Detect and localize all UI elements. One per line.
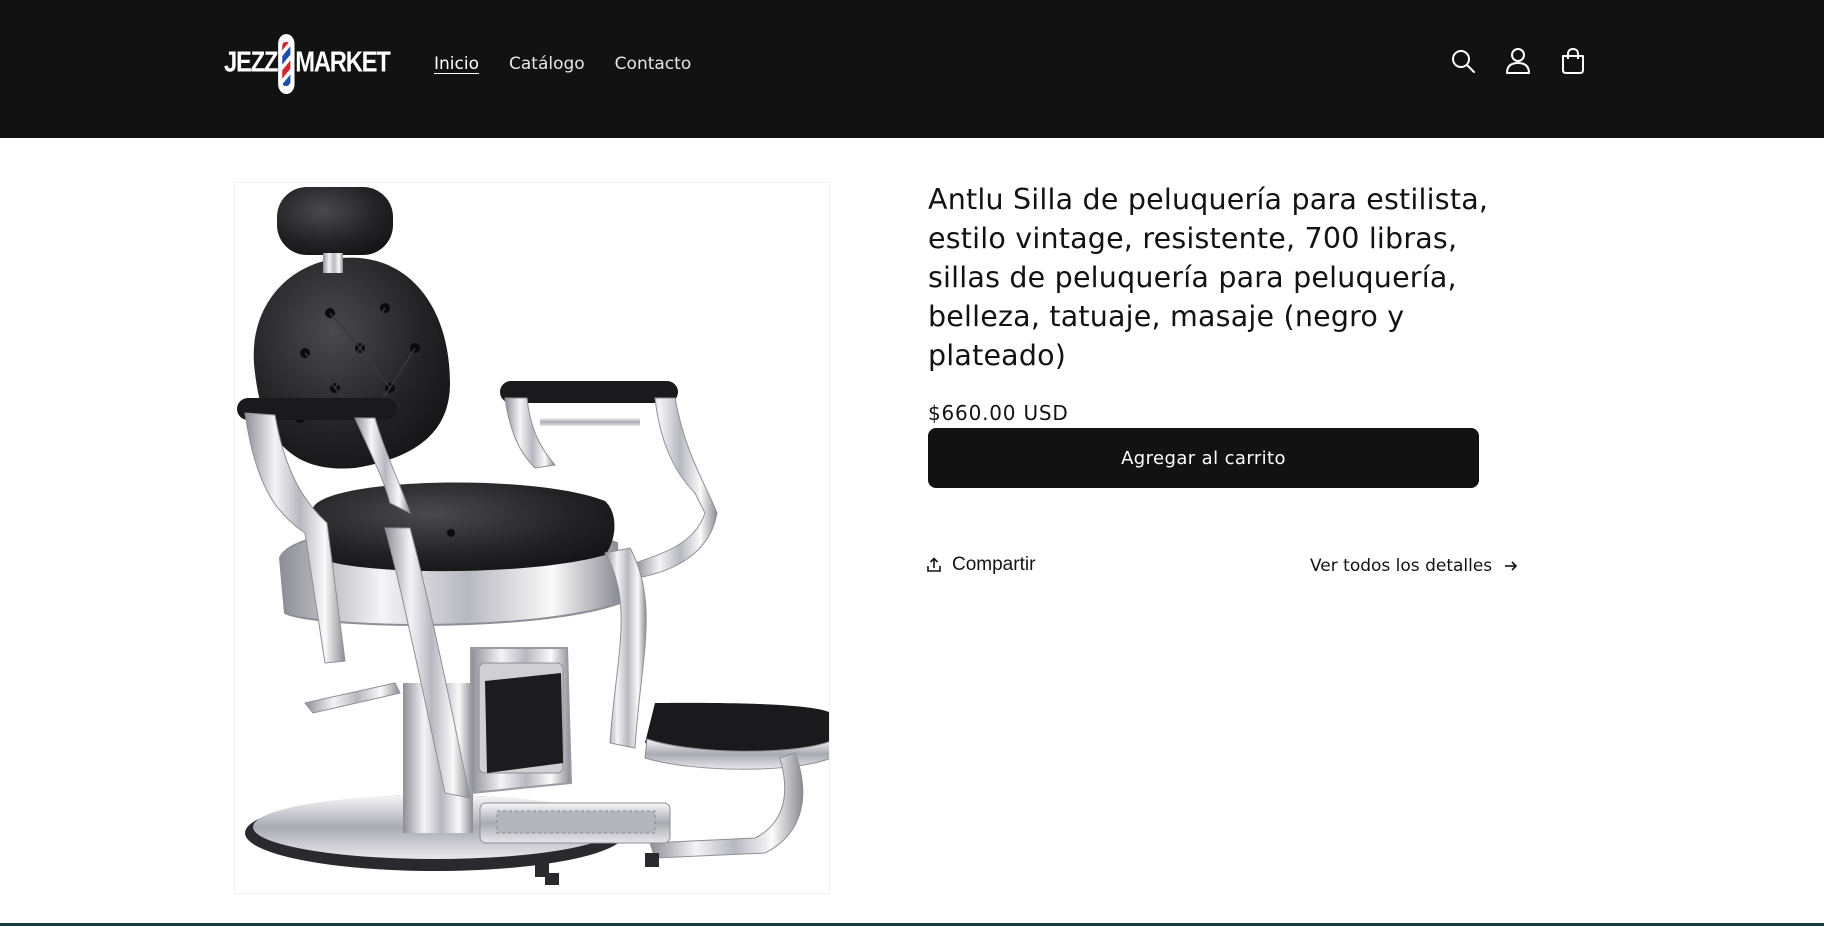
share-icon	[927, 557, 941, 572]
logo-text-right: MARKET	[295, 46, 391, 79]
nav-item-inicio[interactable]: Inicio	[434, 54, 479, 74]
store-logo[interactable]: JEZZ MARKET	[224, 32, 391, 96]
product-image[interactable]	[234, 182, 830, 894]
barber-pole-icon	[278, 34, 295, 94]
main-nav: Inicio Catálogo Contacto	[434, 54, 691, 74]
logo-text-left: JEZZ	[224, 46, 278, 79]
site-header: JEZZ MARKET Inicio Catálogo Contacto	[0, 0, 1824, 138]
product-title: Antlu Silla de peluquería para estilista…	[928, 183, 1489, 372]
cart-icon[interactable]	[1558, 46, 1588, 76]
account-icon[interactable]	[1503, 46, 1533, 76]
nav-item-catalogo[interactable]: Catálogo	[509, 54, 585, 74]
view-details-label: Ver todos los detalles	[1310, 556, 1493, 576]
product-price: $660.00 USD	[928, 401, 1069, 425]
add-to-cart-button[interactable]: Agregar al carrito	[928, 428, 1479, 488]
search-icon[interactable]	[1448, 46, 1478, 76]
arrow-right-icon	[1505, 561, 1518, 571]
share-label: Compartir	[952, 554, 1036, 575]
barber-chair-image	[237, 187, 829, 885]
nav-item-contacto[interactable]: Contacto	[615, 54, 692, 74]
header-icons	[1448, 46, 1588, 76]
product-info: Antlu Silla de peluquería para estilista…	[927, 180, 1528, 576]
view-details-link[interactable]: Ver todos los detalles	[1310, 556, 1518, 576]
share-button[interactable]: Compartir	[926, 554, 1035, 576]
